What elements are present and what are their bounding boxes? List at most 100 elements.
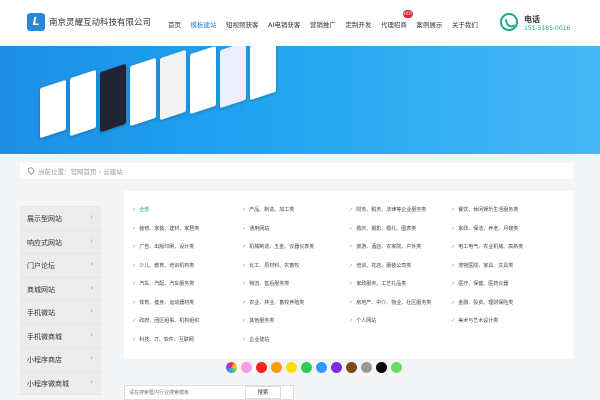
sidebar-item[interactable]: 手机微站 › bbox=[20, 301, 101, 325]
category-link[interactable]: ✓ 金融、投资、理财保险类 bbox=[451, 299, 513, 306]
color-swatch[interactable] bbox=[241, 362, 252, 373]
banner-mockup bbox=[130, 57, 156, 127]
category-link[interactable]: ✓ 装修、家装、建材、家居类 bbox=[132, 225, 199, 232]
category-link[interactable]: ✓ 房地产、中介、物业、社区服务类 bbox=[349, 299, 431, 306]
nav-item[interactable]: 案例展示 bbox=[416, 19, 442, 29]
category-link[interactable]: ✓ 家政、保洁、养老、月嫂类 bbox=[451, 225, 518, 232]
company-name: 南京灵耀互动科技有限公司 bbox=[49, 18, 152, 28]
category-link[interactable]: ✓ 宠物医院、家具、文具类 bbox=[451, 262, 513, 269]
color-swatch[interactable] bbox=[376, 362, 387, 373]
sidebar-item[interactable]: 响应式网站 › bbox=[20, 230, 101, 254]
check-icon: ✓ bbox=[132, 244, 137, 250]
phone-number: 151-5185-0016 bbox=[524, 25, 571, 32]
sidebar-item-label: 小程序商店 bbox=[27, 356, 62, 364]
color-swatch[interactable] bbox=[256, 362, 267, 373]
sidebar-item-label: 门户论坛 bbox=[27, 262, 55, 270]
nav-item[interactable]: 模板建站 bbox=[191, 19, 217, 29]
check-icon: ✓ bbox=[132, 207, 137, 213]
color-swatch[interactable] bbox=[331, 362, 342, 373]
category-link[interactable]: ✓ 婚庆、摄影、婚礼、图表类 bbox=[349, 225, 416, 232]
color-swatch[interactable] bbox=[316, 362, 327, 373]
category-label: 培训、花店、服装公司类 bbox=[356, 262, 412, 269]
color-swatch[interactable] bbox=[361, 362, 372, 373]
banner-mockup bbox=[220, 46, 246, 109]
category-link[interactable]: ✓ 政府、团区组事、机构组织 bbox=[132, 317, 199, 324]
sidebar-item[interactable]: 门户论坛 › bbox=[20, 254, 101, 278]
check-icon: ✓ bbox=[451, 244, 456, 250]
category-link[interactable]: ✓ 机械制造、五金、仪器仪表类 bbox=[242, 243, 314, 250]
category-label: 医疗、保健、医药仪器 bbox=[458, 281, 509, 287]
breadcrumb-text[interactable]: 当前位置：官网首页 › 云建站 bbox=[38, 166, 123, 176]
category-link[interactable]: ✓ 物流、售后服务类 bbox=[242, 280, 289, 287]
check-icon: ✓ bbox=[349, 207, 354, 213]
check-icon: ✓ bbox=[132, 336, 137, 343]
category-link[interactable]: ✓ 医疗、保健、医药仪器 bbox=[451, 280, 508, 287]
nav-item[interactable]: 关于我们 bbox=[452, 19, 478, 29]
color-swatch[interactable] bbox=[301, 362, 312, 373]
category-label: 汽车、汽配、汽车服务类 bbox=[139, 281, 195, 287]
category-link[interactable]: ✓ 财务、税务、法律等企业服务类 bbox=[349, 206, 426, 213]
hot-badge: HOT bbox=[403, 10, 413, 18]
category-label: 婚庆、摄影、婚礼、图表类 bbox=[356, 225, 417, 232]
category-link[interactable]: ✓ 个人网站 bbox=[349, 317, 376, 324]
nav-item[interactable]: 短视频获客 bbox=[226, 19, 259, 29]
color-swatch[interactable] bbox=[391, 362, 402, 373]
chevron-right-icon: › bbox=[90, 236, 93, 245]
category-label: 政府、团区组事、机构组织 bbox=[139, 318, 200, 324]
category-link[interactable]: ✓ 全部 bbox=[132, 206, 149, 213]
category-link[interactable]: ✓ 美术与艺术设计类 bbox=[451, 317, 498, 324]
search-input[interactable] bbox=[125, 386, 243, 399]
category-link[interactable]: ✓ 餐饮、休闲娱乐生活服务类 bbox=[451, 206, 518, 213]
category-link[interactable]: ✓ 其他服务类 bbox=[242, 317, 274, 324]
color-swatch[interactable] bbox=[286, 362, 297, 373]
category-label: 企业建站 bbox=[249, 336, 270, 343]
category-label: 金融、投资、理财保险类 bbox=[458, 299, 514, 306]
category-link[interactable]: ✓ 广告、出版印刷、设计类 bbox=[132, 243, 194, 250]
nav-item[interactable]: 首页 bbox=[168, 19, 181, 29]
color-swatch-multi[interactable] bbox=[226, 362, 237, 373]
category-link[interactable]: ✓ 农业、林业、畜牧养殖类 bbox=[242, 299, 304, 306]
category-link[interactable]: ✓ 科技、IT、软件、互联网 bbox=[132, 336, 194, 343]
category-link[interactable]: ✓ 家政服务、工艺礼品类 bbox=[349, 280, 406, 287]
search-button[interactable]: 搜索 bbox=[245, 386, 281, 399]
company-logo[interactable]: L bbox=[27, 13, 45, 31]
category-link[interactable]: ✓ 旅游、酒店、农家院、户外类 bbox=[349, 243, 421, 250]
category-link[interactable]: ✓ 通用网站 bbox=[242, 225, 269, 232]
breadcrumb: 当前位置：官网首页 › 云建站 bbox=[20, 163, 573, 179]
nav-item[interactable]: 营销推广 bbox=[310, 19, 336, 29]
sidebar-item[interactable]: 手机微商城 › bbox=[20, 324, 101, 348]
sidebar-item[interactable]: 小程序微商城 › bbox=[20, 371, 101, 395]
color-swatch[interactable] bbox=[346, 362, 357, 373]
main-nav: 首页 模板建站 短视频获客 AI电销获客 营销推广 定制开发 代理招商 案例展示 关于我们 bbox=[168, 19, 487, 29]
sidebar-item[interactable]: 小程序商店 › bbox=[20, 348, 101, 372]
category-link[interactable]: ✓ 培训、花店、服装公司类 bbox=[349, 262, 411, 269]
hero-banner bbox=[0, 46, 600, 154]
check-icon: ✓ bbox=[242, 244, 247, 250]
category-link[interactable]: ✓ 企业建站 bbox=[242, 336, 269, 343]
category-link[interactable]: ✓ 汽车、汽配、汽车服务类 bbox=[132, 280, 194, 287]
category-link[interactable]: ✓ 电工电气、农业机械、高新类 bbox=[451, 243, 523, 250]
sidebar-item[interactable]: 商城网站 › bbox=[20, 277, 101, 301]
nav-item[interactable]: AI电销获客 bbox=[268, 19, 300, 29]
nav-item[interactable]: 代理招商 bbox=[381, 19, 407, 29]
category-link[interactable]: ✓ 产品、制造、加工类 bbox=[242, 206, 294, 213]
chevron-right-icon: › bbox=[90, 283, 93, 292]
color-swatch[interactable] bbox=[271, 362, 282, 373]
check-icon: ✓ bbox=[451, 262, 456, 269]
check-icon: ✓ bbox=[349, 244, 354, 250]
check-icon: ✓ bbox=[242, 336, 247, 343]
chevron-right-icon: › bbox=[90, 330, 93, 339]
check-icon: ✓ bbox=[349, 281, 354, 287]
sidebar-item-label: 手机微商城 bbox=[27, 332, 62, 341]
category-link[interactable]: ✓ 体育、健身、运动器材类 bbox=[132, 299, 194, 306]
category-link[interactable]: ✓ 化工、原材料、农畜牧 bbox=[242, 262, 299, 269]
category-label: 机械制造、五金、仪器仪表类 bbox=[249, 244, 315, 250]
sidebar-item[interactable]: 展示型网站 › bbox=[20, 207, 101, 231]
category-link[interactable]: ✓ 少儿、教育、培训机构类 bbox=[132, 262, 194, 269]
sidebar-spacer bbox=[20, 191, 101, 207]
nav-item[interactable]: 定制开发 bbox=[345, 19, 371, 29]
check-icon: ✓ bbox=[349, 318, 354, 324]
category-label: 财务、税务、法律等企业服务类 bbox=[356, 207, 427, 213]
check-icon: ✓ bbox=[451, 207, 456, 213]
top-header: L 南京灵耀互动科技有限公司 首页 模板建站 短视频获客 AI电销获客 营销推广 定制开发… bbox=[0, 0, 600, 46]
